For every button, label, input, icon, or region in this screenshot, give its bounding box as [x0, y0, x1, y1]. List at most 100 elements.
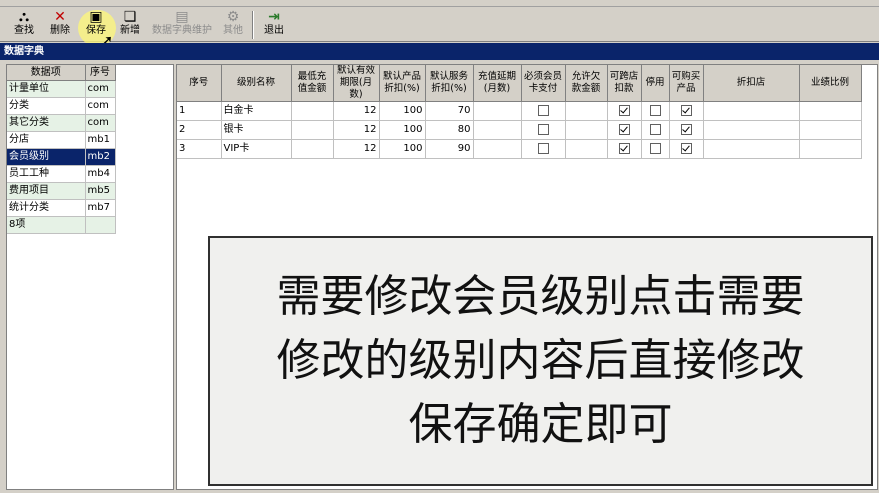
column-header[interactable]: 序号 [85, 65, 116, 81]
stop-checkbox[interactable] [649, 123, 661, 135]
item-name-cell[interactable]: 8项 [7, 216, 86, 234]
ratio-cell[interactable] [799, 101, 862, 121]
column-header[interactable]: 充值延期(月数) [473, 65, 522, 102]
owe-cell[interactable] [565, 139, 608, 159]
owe-cell[interactable] [565, 101, 608, 121]
item-code-cell[interactable]: mb7 [85, 199, 116, 217]
item-name-cell[interactable]: 统计分类 [7, 199, 86, 217]
column-header[interactable]: 数据项 [7, 65, 86, 81]
exit-button[interactable]: ⇥ 退出 [258, 9, 290, 39]
new-button[interactable]: ❏ 新增 [114, 9, 146, 39]
delete-button[interactable]: ✕ 删除 [44, 9, 76, 39]
shop-cell[interactable] [703, 101, 800, 121]
column-header[interactable]: 可购买产品 [669, 65, 704, 102]
months-cell[interactable]: 12 [333, 139, 380, 159]
must-cell[interactable] [521, 101, 566, 121]
item-name-cell[interactable]: 分店 [7, 131, 86, 149]
min-cell[interactable] [291, 139, 334, 159]
table-row[interactable]: 1 白金卡 12 100 70 [177, 101, 862, 121]
cross-cell[interactable] [607, 101, 642, 121]
item-code-cell[interactable]: mb5 [85, 182, 116, 200]
prod-cell[interactable]: 100 [379, 120, 426, 140]
item-code-cell[interactable]: mb4 [85, 165, 116, 183]
name-cell[interactable]: 白金卡 [221, 101, 292, 121]
find-button[interactable]: ⛬ 查找 [8, 9, 40, 39]
column-header[interactable]: 折扣店 [703, 65, 800, 102]
column-header[interactable]: 可跨店扣款 [607, 65, 642, 102]
list-item[interactable]: 员工工种 mb4 [7, 165, 116, 183]
column-header[interactable]: 级别名称 [221, 65, 292, 102]
column-header[interactable]: 默认服务折扣(%) [425, 65, 474, 102]
item-code-cell[interactable] [85, 216, 116, 234]
no-cell[interactable]: 3 [177, 139, 222, 159]
item-code-cell[interactable]: com [85, 97, 116, 115]
ratio-cell[interactable] [799, 120, 862, 140]
item-name-cell[interactable]: 计量单位 [7, 80, 86, 98]
months-cell[interactable]: 12 [333, 101, 380, 121]
item-name-cell[interactable]: 分类 [7, 97, 86, 115]
stop-cell[interactable] [641, 120, 670, 140]
cross-cell[interactable] [607, 120, 642, 140]
column-header[interactable]: 最低充值金额 [291, 65, 334, 102]
shop-cell[interactable] [703, 139, 800, 159]
column-header[interactable]: 默认有效期限(月数) [333, 65, 380, 102]
table-row[interactable]: 3 VIP卡 12 100 90 [177, 139, 862, 159]
item-code-cell[interactable]: com [85, 80, 116, 98]
list-item[interactable]: 分类 com [7, 97, 116, 115]
cross-checkbox[interactable] [618, 142, 630, 154]
buy-cell[interactable] [669, 120, 704, 140]
must-cell[interactable] [521, 139, 566, 159]
no-cell[interactable]: 2 [177, 120, 222, 140]
other-button[interactable]: ⚙ 其他 [218, 9, 248, 39]
stop-cell[interactable] [641, 101, 670, 121]
dict-maintain-button[interactable]: ▤ 数据字典维护 [150, 9, 214, 39]
cross-checkbox[interactable] [618, 104, 630, 116]
ext-cell[interactable] [473, 101, 522, 121]
item-name-cell[interactable]: 员工工种 [7, 165, 86, 183]
table-row[interactable]: 2 银卡 12 100 80 [177, 120, 862, 140]
item-code-cell[interactable]: mb2 [85, 148, 116, 166]
column-header[interactable]: 业绩比例 [799, 65, 862, 102]
must-checkbox[interactable] [537, 142, 549, 154]
list-item[interactable]: 统计分类 mb7 [7, 199, 116, 217]
column-header[interactable]: 必须会员卡支付 [521, 65, 566, 102]
item-name-cell[interactable]: 会员级别 [7, 148, 86, 166]
column-header[interactable]: 停用 [641, 65, 670, 102]
buy-cell[interactable] [669, 139, 704, 159]
list-item[interactable]: 其它分类 com [7, 114, 116, 132]
column-header[interactable]: 允许欠款金额 [565, 65, 608, 102]
must-checkbox[interactable] [537, 123, 549, 135]
cross-checkbox[interactable] [618, 123, 630, 135]
serv-cell[interactable]: 90 [425, 139, 474, 159]
buy-checkbox[interactable] [680, 123, 692, 135]
item-code-cell[interactable]: com [85, 114, 116, 132]
ext-cell[interactable] [473, 120, 522, 140]
name-cell[interactable]: 银卡 [221, 120, 292, 140]
stop-checkbox[interactable] [649, 104, 661, 116]
column-header[interactable]: 默认产品折扣(%) [379, 65, 426, 102]
buy-checkbox[interactable] [680, 104, 692, 116]
shop-cell[interactable] [703, 120, 800, 140]
owe-cell[interactable] [565, 120, 608, 140]
list-item[interactable]: 计量单位 com [7, 80, 116, 98]
column-header[interactable]: 序号 [177, 65, 222, 102]
name-cell[interactable]: VIP卡 [221, 139, 292, 159]
months-cell[interactable]: 12 [333, 120, 380, 140]
ext-cell[interactable] [473, 139, 522, 159]
serv-cell[interactable]: 70 [425, 101, 474, 121]
stop-cell[interactable] [641, 139, 670, 159]
min-cell[interactable] [291, 120, 334, 140]
must-cell[interactable] [521, 120, 566, 140]
min-cell[interactable] [291, 101, 334, 121]
serv-cell[interactable]: 80 [425, 120, 474, 140]
item-name-cell[interactable]: 费用项目 [7, 182, 86, 200]
buy-cell[interactable] [669, 101, 704, 121]
list-item[interactable]: 8项 [7, 216, 116, 234]
prod-cell[interactable]: 100 [379, 101, 426, 121]
must-checkbox[interactable] [537, 104, 549, 116]
cross-cell[interactable] [607, 139, 642, 159]
no-cell[interactable]: 1 [177, 101, 222, 121]
list-item[interactable]: 费用项目 mb5 [7, 182, 116, 200]
list-item[interactable]: 会员级别 mb2 [7, 148, 116, 166]
ratio-cell[interactable] [799, 139, 862, 159]
